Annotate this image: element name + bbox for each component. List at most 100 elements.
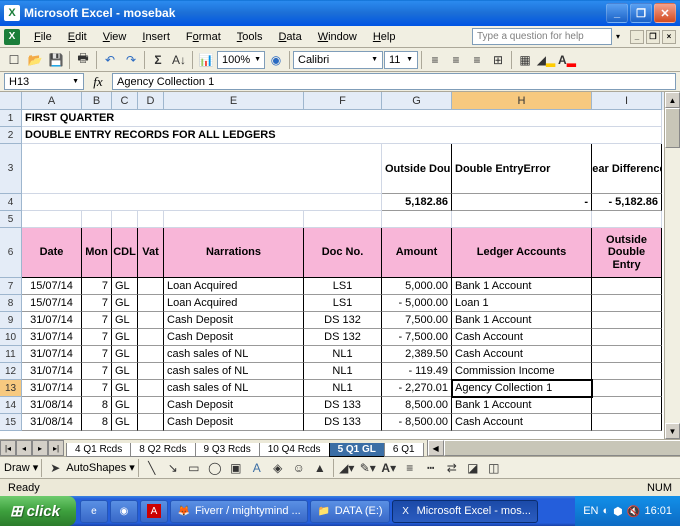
cell[interactable] (592, 346, 662, 363)
new-icon[interactable]: ☐ (4, 50, 24, 70)
arrow-icon[interactable]: ↘ (163, 458, 183, 478)
cell[interactable] (592, 278, 662, 295)
oval-icon[interactable]: ◯ (205, 458, 225, 478)
tab-last-button[interactable]: ▸| (48, 440, 64, 456)
sheet-tab[interactable]: 8 Q2 Rcds (130, 443, 195, 457)
cell[interactable]: Cash Account (452, 414, 592, 431)
column-header-B[interactable]: B (82, 92, 112, 110)
cell[interactable]: - 5,000.00 (382, 295, 452, 312)
cell[interactable] (138, 278, 164, 295)
scroll-thumb[interactable] (665, 108, 680, 148)
name-box[interactable]: H13▼ (4, 73, 84, 90)
cell[interactable]: DS 132 (304, 312, 382, 329)
row-header-7[interactable]: 7 (0, 278, 22, 295)
cell[interactable]: Bank 1 Account (452, 397, 592, 414)
tab-prev-button[interactable]: ◂ (16, 440, 32, 456)
sheet-tab[interactable]: 9 Q3 Rcds (195, 443, 260, 457)
cell[interactable]: 15/07/14 (22, 278, 82, 295)
cell[interactable] (592, 397, 662, 414)
cell[interactable] (138, 312, 164, 329)
column-header-D[interactable]: D (138, 92, 164, 110)
cell[interactable]: cash sales of NL (164, 346, 304, 363)
cell[interactable]: Outside Double Entry (592, 228, 662, 278)
textbox-icon[interactable]: ▣ (226, 458, 246, 478)
cell[interactable]: GL (112, 414, 138, 431)
cell[interactable] (592, 211, 662, 228)
mdi-minimize-button[interactable]: _ (630, 30, 644, 44)
cell[interactable]: Bank 1 Account (452, 312, 592, 329)
cell[interactable] (592, 414, 662, 431)
shadow-icon[interactable]: ◪ (463, 458, 483, 478)
cell[interactable]: Amount (382, 228, 452, 278)
cell[interactable]: 7 (82, 380, 112, 397)
menu-insert[interactable]: Insert (134, 28, 178, 46)
quicklaunch-ie[interactable]: e (80, 500, 108, 523)
cell[interactable] (138, 346, 164, 363)
menu-data[interactable]: Data (270, 28, 309, 46)
menu-help[interactable]: Help (365, 28, 404, 46)
cell[interactable]: 5,182.86 (382, 194, 452, 211)
cell[interactable]: 8 (82, 414, 112, 431)
row-header-5[interactable]: 5 (0, 211, 22, 228)
cell[interactable]: Outside Double Entry (382, 144, 452, 194)
cell[interactable]: 31/07/14 (22, 312, 82, 329)
cell[interactable]: 31/07/14 (22, 380, 82, 397)
cell[interactable] (138, 414, 164, 431)
autosum-icon[interactable]: Σ (148, 50, 168, 70)
cell[interactable]: Cash Deposit (164, 414, 304, 431)
column-header-C[interactable]: C (112, 92, 138, 110)
cell[interactable]: LS1 (304, 278, 382, 295)
fx-icon[interactable]: fx (84, 74, 112, 90)
select-objects-icon[interactable]: ➤ (45, 458, 65, 478)
column-header-F[interactable]: F (304, 92, 382, 110)
cell[interactable]: Cash Account (452, 329, 592, 346)
scroll-up-icon[interactable]: ▲ (665, 92, 680, 108)
cell[interactable]: Bank 1 Account (452, 278, 592, 295)
sheet-tab[interactable]: 6 Q1 (384, 443, 424, 457)
cell[interactable] (592, 329, 662, 346)
cell[interactable] (138, 211, 164, 228)
align-right-icon[interactable]: ≡ (467, 50, 487, 70)
formula-bar[interactable]: Agency Collection 1 (112, 73, 676, 90)
autoshapes-menu[interactable]: AutoShapes ▾ (66, 461, 135, 474)
cell[interactable]: 5,000.00 (382, 278, 452, 295)
line-style-icon[interactable]: ≡ (400, 458, 420, 478)
cell[interactable]: 7 (82, 346, 112, 363)
taskbar-item[interactable]: 📁DATA (E:) (310, 500, 390, 523)
column-header-G[interactable]: G (382, 92, 452, 110)
minimize-button[interactable]: _ (606, 3, 628, 23)
cell[interactable] (304, 211, 382, 228)
row-header-13[interactable]: 13 (0, 380, 22, 397)
quicklaunch-chrome[interactable]: ◉ (110, 500, 138, 523)
line-icon[interactable]: ╲ (142, 458, 162, 478)
cell[interactable]: - 5,182.86 (592, 194, 662, 211)
cell[interactable]: GL (112, 380, 138, 397)
cell[interactable]: 31/07/14 (22, 346, 82, 363)
cell[interactable]: Commission Income (452, 363, 592, 380)
cell[interactable]: DOUBLE ENTRY RECORDS FOR ALL LEDGERS (22, 127, 662, 144)
cell[interactable]: Cash Deposit (164, 329, 304, 346)
chart-icon[interactable]: 📊 (196, 50, 216, 70)
cell[interactable]: 31/08/14 (22, 397, 82, 414)
redo-icon[interactable]: ↷ (121, 50, 141, 70)
cell[interactable] (592, 380, 662, 397)
horizontal-scrollbar[interactable]: ◀ ▶ (427, 440, 680, 456)
cell[interactable]: 7 (82, 278, 112, 295)
row-header-15[interactable]: 15 (0, 414, 22, 431)
column-header-I[interactable]: I (592, 92, 662, 110)
cell[interactable]: cash sales of NL (164, 363, 304, 380)
tray-icon[interactable]: 🔇 (627, 505, 641, 518)
font-color-icon[interactable]: A▂ (557, 50, 577, 70)
lang-indicator[interactable]: EN (583, 505, 598, 517)
cell[interactable]: GL (112, 329, 138, 346)
cell[interactable]: FIRST QUARTER (22, 110, 662, 127)
cell[interactable] (592, 363, 662, 380)
cell[interactable]: 7,500.00 (382, 312, 452, 329)
menu-edit[interactable]: Edit (60, 28, 95, 46)
cell[interactable]: NL1 (304, 346, 382, 363)
open-icon[interactable]: 📂 (25, 50, 45, 70)
align-left-icon[interactable]: ≡ (425, 50, 445, 70)
borders-icon[interactable]: ▦ (515, 50, 535, 70)
fill-color-icon[interactable]: ◢▾ (337, 458, 357, 478)
cell[interactable]: 7 (82, 295, 112, 312)
